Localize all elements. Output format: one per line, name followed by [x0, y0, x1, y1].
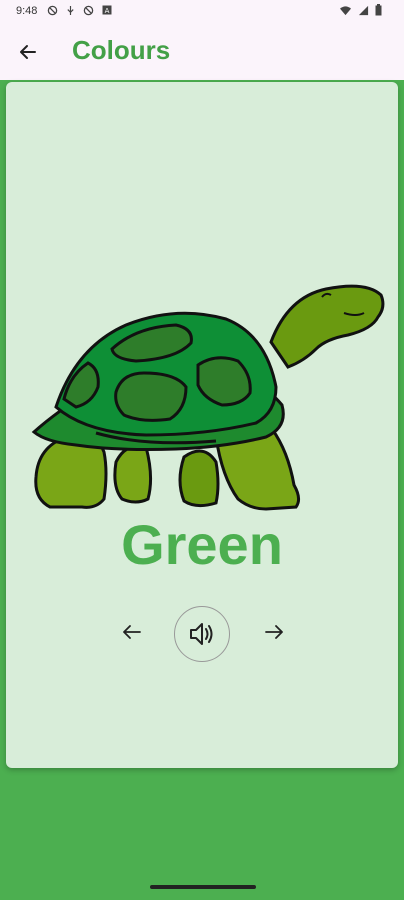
arrow-left-icon	[20, 45, 36, 59]
usb-icon	[67, 6, 74, 15]
status-bar: 9:48 A	[0, 0, 404, 24]
status-icons-right	[339, 4, 382, 16]
speaker-icon	[190, 623, 213, 645]
previous-button[interactable]	[112, 604, 152, 660]
turtle-illustration	[31, 284, 385, 511]
svg-text:A: A	[105, 7, 110, 15]
notification-blocked-icon	[83, 5, 94, 16]
arrow-right-icon	[265, 625, 283, 639]
wifi-icon	[340, 5, 351, 15]
battery-icon	[375, 4, 382, 16]
app-icon: A	[102, 5, 112, 15]
page-title: Colours	[72, 35, 171, 65]
status-icons-left: A	[47, 5, 112, 16]
signal-icon	[358, 5, 369, 15]
back-button[interactable]	[12, 36, 44, 68]
next-button[interactable]	[254, 604, 294, 660]
status-time: 9:48	[16, 5, 38, 17]
play-sound-button[interactable]	[174, 606, 230, 662]
arrow-left-icon	[123, 625, 141, 639]
app-bar: Colours	[0, 24, 404, 80]
notification-blocked-icon	[47, 5, 58, 16]
gesture-nav-handle[interactable]	[150, 885, 256, 889]
flashcard: Green	[6, 82, 398, 768]
colour-word: Green	[121, 513, 283, 576]
